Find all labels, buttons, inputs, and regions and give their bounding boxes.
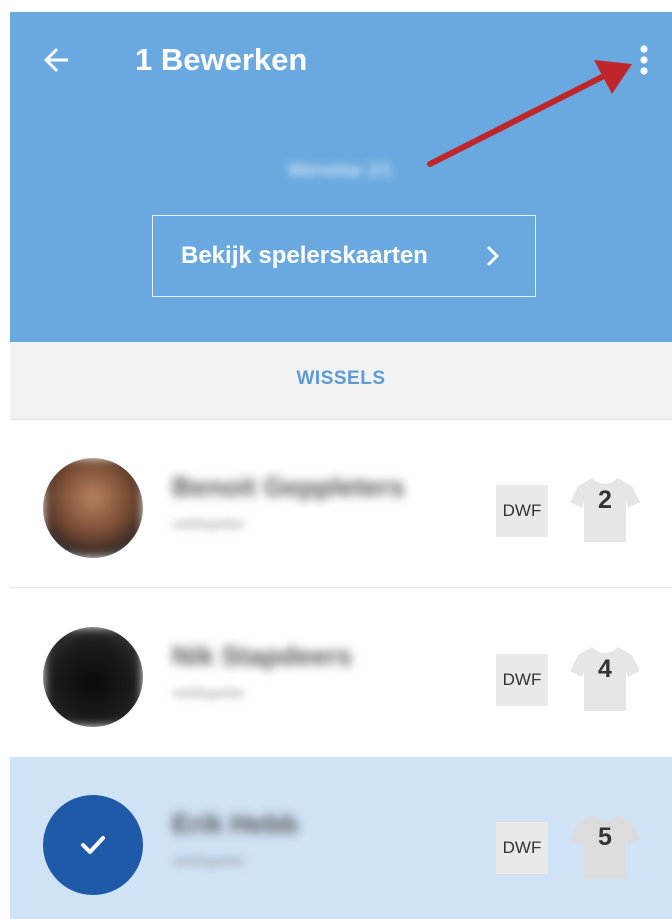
app-screen: 1 Bewerken Wervelse 2/1 Bekijk spelerska…	[10, 12, 672, 919]
shirt-number: 2	[598, 486, 612, 514]
avatar-selected	[43, 795, 143, 895]
shirt-number: 4	[598, 655, 612, 683]
player-row[interactable]: Benoit Geppleters veldspeler DWF 2	[10, 420, 672, 588]
player-role: veldspeler	[172, 853, 245, 870]
position-badge: DWF	[496, 822, 548, 874]
player-role: veldspeler	[172, 516, 245, 533]
avatar	[43, 627, 143, 727]
view-player-cards-label: Bekijk spelerskaarten	[181, 242, 428, 269]
annotation-arrow	[427, 60, 632, 167]
section-title-substitutes: WISSELS	[296, 368, 386, 389]
chevron-right-icon	[487, 246, 499, 266]
player-name: Benoit Geppleters	[172, 472, 405, 502]
avatar	[43, 458, 143, 558]
player-name: Erik Hebb	[172, 809, 299, 839]
check-icon	[81, 836, 105, 854]
section-header: WISSELS	[10, 342, 672, 420]
player-row[interactable]: Nik Stapdeers veldspeler DWF 4	[10, 589, 672, 757]
more-vertical-icon[interactable]	[632, 40, 656, 80]
shirt-number: 5	[598, 823, 612, 851]
position-badge: DWF	[496, 654, 548, 706]
player-row-selected[interactable]: Erik Hebb veldspeler DWF 5	[10, 757, 672, 919]
view-player-cards-button[interactable]: Bekijk spelerskaarten	[152, 215, 536, 297]
position-badge: DWF	[496, 485, 548, 537]
team-subtitle: Wervelse 2/1	[287, 160, 393, 180]
arrow-left-icon[interactable]	[38, 42, 74, 78]
player-name: Nik Stapdeers	[172, 641, 353, 671]
page-title: 1 Bewerken	[135, 42, 308, 77]
app-header: 1 Bewerken Wervelse 2/1 Bekijk spelerska…	[10, 12, 672, 342]
player-role: veldspeler	[172, 685, 245, 702]
